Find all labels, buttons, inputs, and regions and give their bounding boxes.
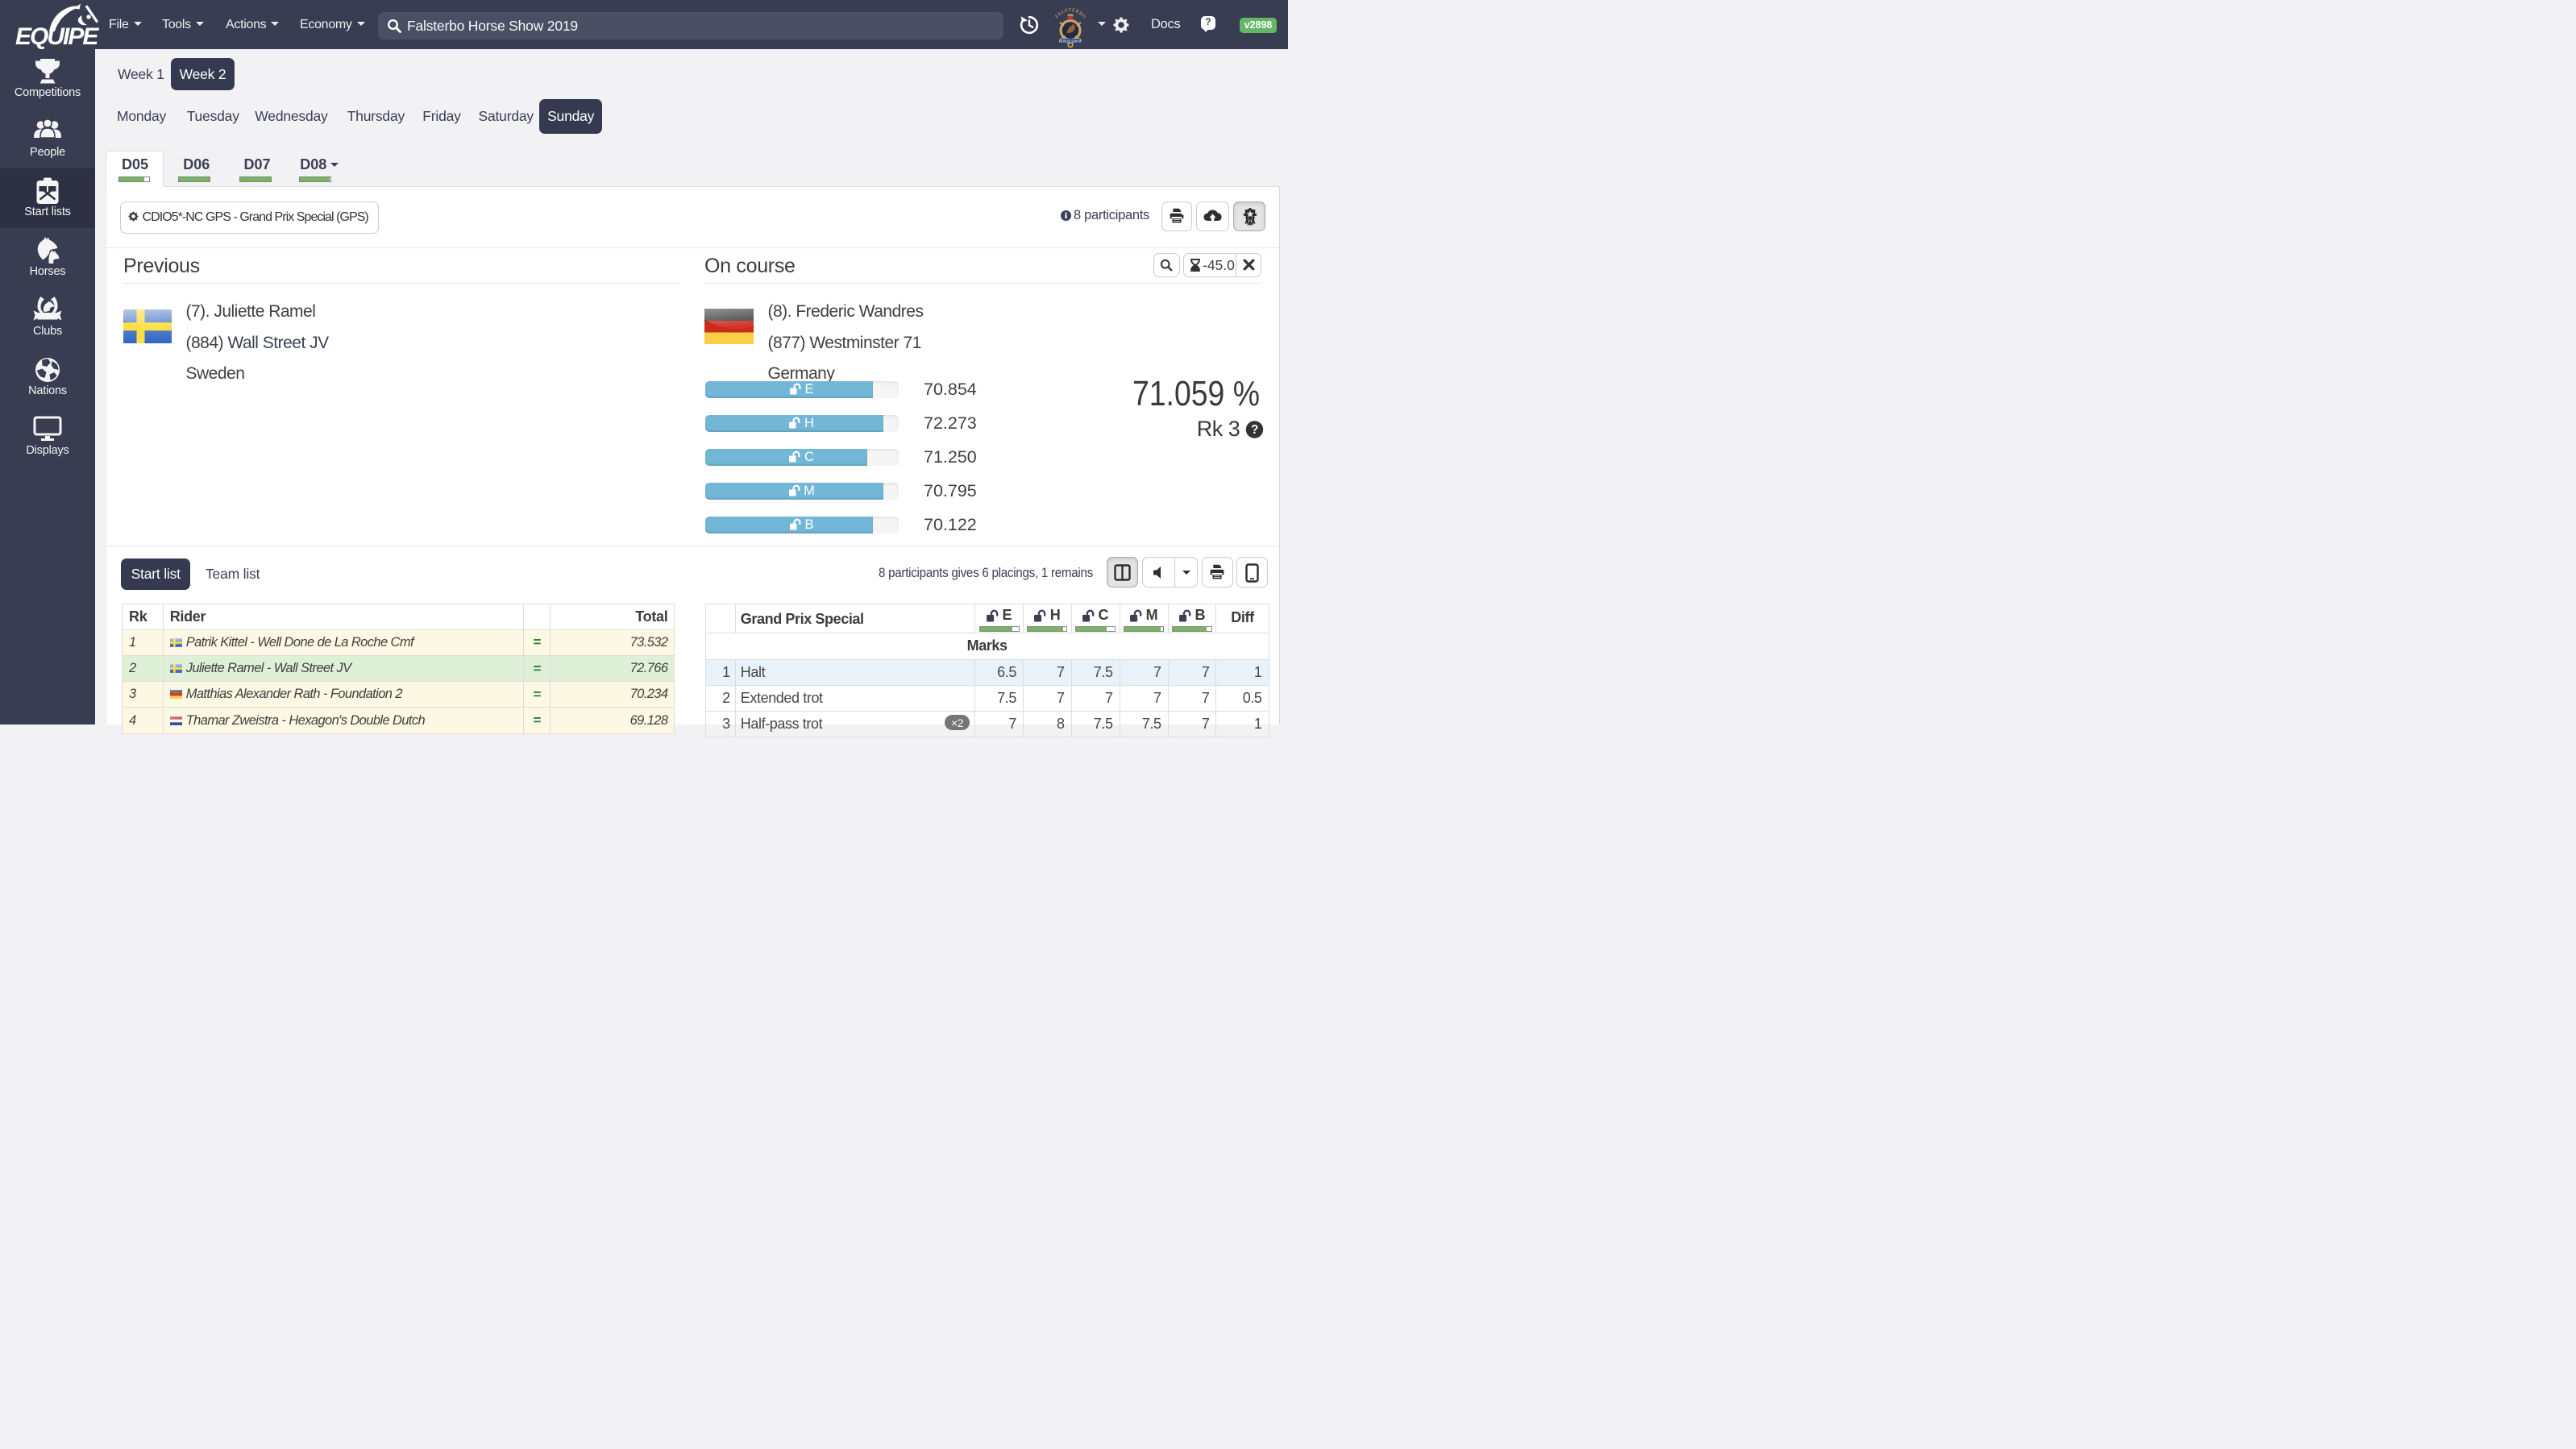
svg-text:EQUIPE: EQUIPE [15,23,99,49]
svg-text:?: ? [1251,423,1258,437]
